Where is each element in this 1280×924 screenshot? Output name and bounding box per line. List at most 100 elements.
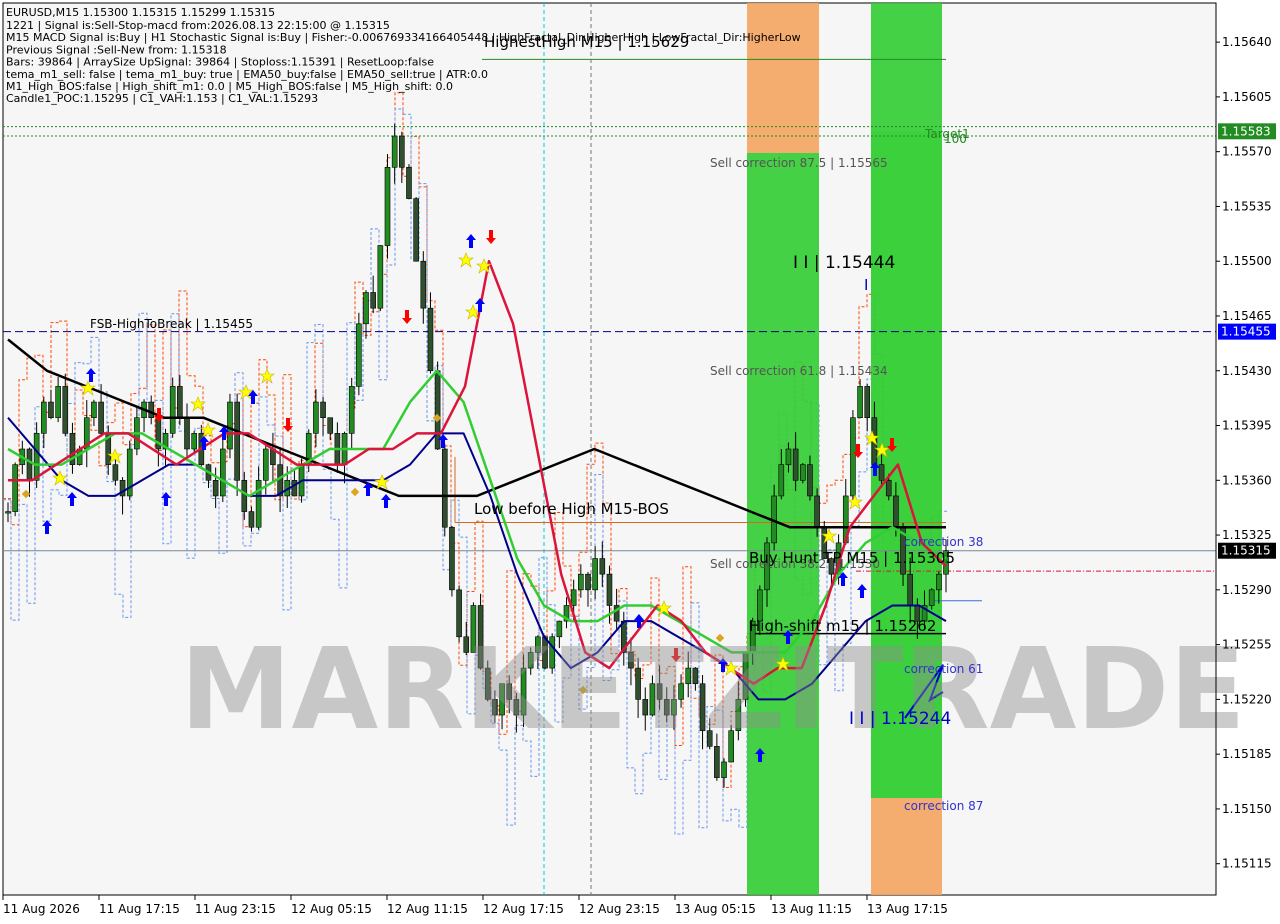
price-tick-label: 1.15360 xyxy=(1222,473,1272,487)
price-tick-label: 1.15290 xyxy=(1222,583,1272,597)
bull-candle xyxy=(850,417,856,497)
bull-candle xyxy=(785,448,792,465)
bull-candle xyxy=(778,464,785,497)
bear-candle xyxy=(291,479,298,497)
bull-candle xyxy=(857,386,863,419)
time-tick-label: 13 Aug 05:15 xyxy=(675,902,756,916)
bull-candle xyxy=(169,386,176,434)
price-tick-label: 1.15465 xyxy=(1222,309,1272,323)
sell-correction-618-label: Sell correction 61.8 | 1.15434 xyxy=(710,364,888,378)
bull-candle xyxy=(227,401,233,450)
fsb-price-badge-text: 1.15455 xyxy=(1221,325,1271,339)
bull-candle xyxy=(220,448,226,497)
level-2-label: I I | 1.15244 xyxy=(849,709,951,729)
low-before-high-label: Low before High M15-BOS xyxy=(474,500,669,518)
bear-candle xyxy=(98,401,104,434)
price-tick-label: 1.15185 xyxy=(1222,747,1272,761)
bull-candle xyxy=(313,401,319,434)
bear-candle xyxy=(399,135,405,168)
bear-candle xyxy=(413,198,419,262)
buy-zone-orange xyxy=(747,3,819,153)
watermark: MARKETZITRADE xyxy=(180,625,1246,755)
time-tick-label: 13 Aug 17:15 xyxy=(867,902,948,916)
time-tick-label: 13 Aug 11:15 xyxy=(771,902,852,916)
bear-candle xyxy=(248,511,255,528)
bull-candle xyxy=(377,245,384,309)
bear-candle xyxy=(449,526,455,591)
bull-candle xyxy=(592,558,598,591)
price-tick-label: 1.15395 xyxy=(1222,419,1272,433)
bull-candle xyxy=(262,448,269,481)
bear-candle xyxy=(241,479,248,512)
bear-candle xyxy=(212,479,219,497)
time-tick-label: 11 Aug 2026 xyxy=(3,902,80,916)
high-shift-label: High-shift m15 | 1.15262 xyxy=(749,617,936,635)
correction-38-label: correction 38 xyxy=(904,535,983,549)
level-1-marker: I xyxy=(864,276,868,294)
bull-candle xyxy=(799,464,806,481)
price-chart[interactable]: MARKETZITRADE HighestHigh M15 | 1.15629F… xyxy=(0,0,1280,920)
bear-candle xyxy=(148,401,155,419)
bear-candle xyxy=(606,573,613,606)
bear-candle xyxy=(807,464,813,497)
time-tick-label: 11 Aug 17:15 xyxy=(99,902,180,916)
price-tick-label: 1.15500 xyxy=(1222,254,1272,268)
time-tick-label: 12 Aug 05:15 xyxy=(291,902,372,916)
bear-candle xyxy=(599,558,606,575)
bull-candle xyxy=(55,386,61,419)
bull-candle xyxy=(191,433,197,450)
bull-candle xyxy=(721,761,727,778)
sell-zone-green-top xyxy=(871,3,942,131)
price-tick-label: 1.15220 xyxy=(1222,692,1272,706)
correction-87-label: correction 87 xyxy=(904,799,983,813)
bull-candle xyxy=(348,386,355,434)
bear-candle xyxy=(893,495,899,528)
bear-candle xyxy=(370,292,376,309)
bear-candle xyxy=(441,448,448,528)
bear-candle xyxy=(184,417,190,450)
buy-hunt-label: Buy Hunt TP M15 | 1.15305 xyxy=(749,549,955,567)
info-line: Bars: 39864 | ArraySize UpSignal: 39864 … xyxy=(6,56,434,69)
bull-candle xyxy=(41,401,47,434)
bull-candle xyxy=(5,511,11,514)
bear-candle xyxy=(585,573,591,591)
chart-container[interactable]: MARKETZITRADE HighestHigh M15 | 1.15629 F… xyxy=(0,0,1280,920)
price-tick-label: 1.15535 xyxy=(1222,199,1272,213)
bull-candle xyxy=(363,292,369,325)
info-line: Candle1_POC:1.15295 | C1_VAH:1.153 | C1_… xyxy=(6,92,318,105)
bear-candle xyxy=(792,448,799,481)
bull-candle xyxy=(33,433,40,481)
current-price-badge-text: 1.15315 xyxy=(1221,544,1271,558)
bear-candle xyxy=(406,167,412,199)
bear-candle xyxy=(434,370,441,450)
bear-candle xyxy=(885,479,892,497)
bear-candle xyxy=(878,464,885,481)
bull-candle xyxy=(255,479,262,528)
time-tick-label: 11 Aug 23:15 xyxy=(195,902,276,916)
time-tick-label: 12 Aug 11:15 xyxy=(387,902,468,916)
info-line: M1_High_BOS:false | High_shift_m1: 0.0 |… xyxy=(6,80,453,93)
bear-candle xyxy=(26,448,33,481)
bear-candle xyxy=(327,417,334,434)
time-tick-label: 12 Aug 17:15 xyxy=(483,902,564,916)
correction-61-label: correction 61 xyxy=(904,662,983,676)
fsb-label: FSB-HighToBreak | 1.15455 xyxy=(90,317,253,331)
bear-candle xyxy=(112,464,119,481)
price-tick-label: 1.15570 xyxy=(1222,145,1272,159)
bear-candle xyxy=(814,495,820,528)
bear-candle xyxy=(48,401,54,419)
bull-candle xyxy=(91,401,97,419)
price-tick-label: 1.15115 xyxy=(1222,857,1272,871)
bear-candle xyxy=(907,573,913,606)
price-tick-label: 1.15150 xyxy=(1222,802,1272,816)
price-tick-label: 1.15325 xyxy=(1222,528,1272,542)
bull-candle xyxy=(356,323,362,387)
time-tick-label: 12 Aug 23:15 xyxy=(579,902,660,916)
bear-candle xyxy=(420,260,427,309)
bear-candle xyxy=(427,307,434,372)
info-line: Previous Signal :Sell-New from: 1.15318 xyxy=(6,43,227,56)
price-tick-label: 1.15255 xyxy=(1222,638,1272,652)
info-line: 1221 | Signal is:Sell-Stop-macd from:202… xyxy=(6,19,390,32)
bull-candle xyxy=(12,464,18,512)
bear-candle xyxy=(320,401,326,419)
